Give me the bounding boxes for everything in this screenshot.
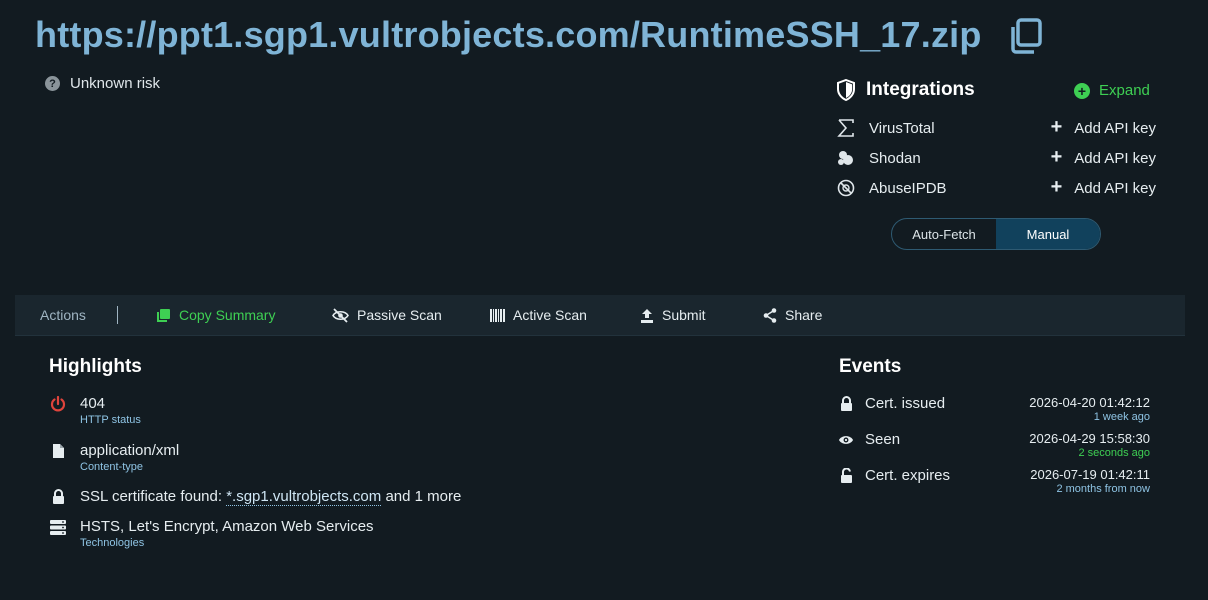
upload-icon <box>641 308 653 323</box>
risk-indicator: ? Unknown risk <box>45 75 160 92</box>
technologies-value: HSTS, Let's Encrypt, Amazon Web Services <box>80 518 374 535</box>
plus-icon: + <box>1050 146 1063 168</box>
integrations-title: Integrations <box>866 79 975 100</box>
integration-row-shodan: Shodan + Add API key <box>836 146 1156 170</box>
add-api-key-button[interactable]: + Add API key <box>1050 176 1156 198</box>
shodan-icon <box>836 148 856 168</box>
copy-summary-button[interactable]: Copy Summary <box>156 307 275 323</box>
highlights-title: Highlights <box>49 356 142 377</box>
barcode-icon <box>490 308 505 322</box>
http-status-value: 404 <box>80 395 106 412</box>
highlight-technologies: HSTS, Let's Encrypt, Amazon Web Services… <box>49 518 374 549</box>
eye-slash-icon <box>332 307 349 323</box>
submit-button[interactable]: Submit <box>640 307 706 323</box>
unlock-icon <box>838 467 854 485</box>
ssl-suffix: and 1 more <box>385 488 462 505</box>
add-api-key-button[interactable]: + Add API key <box>1050 146 1156 168</box>
toggle-auto-fetch[interactable]: Auto-Fetch <box>892 219 996 249</box>
share-button[interactable]: Share <box>763 307 822 323</box>
expand-button[interactable]: + Expand <box>1074 82 1150 99</box>
event-date: 2026-04-29 15:58:30 <box>1029 431 1150 446</box>
highlight-http-status: 404 HTTP status <box>49 395 141 426</box>
lock-icon <box>49 488 67 506</box>
server-icon <box>49 518 67 536</box>
shield-icon <box>837 79 855 101</box>
page-url-title: https://ppt1.sgp1.vultrobjects.com/Runti… <box>35 14 982 55</box>
http-status-label: HTTP status <box>80 414 141 426</box>
passive-scan-button[interactable]: Passive Scan <box>332 307 442 323</box>
integration-name: Shodan <box>869 149 921 167</box>
plus-icon: + <box>1050 176 1063 198</box>
ssl-prefix: SSL certificate found: <box>80 488 223 505</box>
integration-row-virustotal: VirusTotal + Add API key <box>836 116 1156 140</box>
technologies-label: Technologies <box>80 537 145 549</box>
power-icon <box>49 395 67 413</box>
ssl-domain-link[interactable]: *.sgp1.vultrobjects.com <box>226 488 382 506</box>
event-name: Seen <box>865 431 901 448</box>
add-api-key-label: Add API key <box>1074 179 1156 197</box>
share-label: Share <box>785 307 823 323</box>
divider <box>117 306 118 324</box>
eye-icon <box>838 431 854 449</box>
event-date: 2026-07-19 01:42:11 <box>1030 467 1150 482</box>
event-name: Cert. issued <box>865 395 946 412</box>
event-cert-issued: Cert. issued 2026-04-20 01:42:12 1 week … <box>838 395 1150 423</box>
abuseipdb-icon <box>836 178 856 198</box>
action-bar: Actions Copy Summary Passive Scan Active… <box>15 295 1185 336</box>
integration-name: VirusTotal <box>869 119 935 137</box>
lock-icon <box>838 395 854 413</box>
share-icon <box>763 307 777 323</box>
content-type-value: application/xml <box>80 442 180 459</box>
file-icon <box>49 442 67 460</box>
sigma-icon <box>836 118 856 138</box>
toggle-manual[interactable]: Manual <box>996 219 1100 249</box>
expand-label: Expand <box>1099 82 1150 99</box>
highlight-ssl: SSL certificate found: *.sgp1.vultrobjec… <box>49 488 461 506</box>
event-date: 2026-04-20 01:42:12 <box>1029 395 1150 410</box>
submit-label: Submit <box>662 307 706 323</box>
highlight-content-type: application/xml Content-type <box>49 442 179 473</box>
integration-name: AbuseIPDB <box>869 179 947 197</box>
active-scan-button[interactable]: Active Scan <box>490 307 587 323</box>
event-relative-time: 2 months from now <box>1056 483 1150 495</box>
passive-scan-label: Passive Scan <box>357 307 442 323</box>
integrations-header: Integrations <box>836 79 975 101</box>
add-api-key-label: Add API key <box>1074 149 1156 167</box>
copy-summary-icon <box>157 308 170 322</box>
content-type-label: Content-type <box>80 461 143 473</box>
event-name: Cert. expires <box>865 467 951 484</box>
question-circle-icon: ? <box>45 76 60 91</box>
active-scan-label: Active Scan <box>513 307 587 323</box>
event-relative-time: 1 week ago <box>1093 411 1150 423</box>
event-seen: Seen 2026-04-29 15:58:30 2 seconds ago <box>838 431 1150 459</box>
plus-circle-icon: + <box>1074 82 1090 99</box>
events-title: Events <box>839 356 902 377</box>
actions-label: Actions <box>40 307 86 323</box>
event-relative-time: 2 seconds ago <box>1078 447 1150 459</box>
add-api-key-label: Add API key <box>1074 119 1156 137</box>
integration-row-abuseipdb: AbuseIPDB + Add API key <box>836 176 1156 200</box>
plus-icon: + <box>1050 116 1063 138</box>
copy-icon[interactable] <box>1006 17 1044 55</box>
copy-summary-label: Copy Summary <box>179 307 276 323</box>
risk-label: Unknown risk <box>70 75 161 92</box>
add-api-key-button[interactable]: + Add API key <box>1050 116 1156 138</box>
fetch-mode-toggle: Auto-Fetch Manual <box>891 218 1101 250</box>
event-cert-expires: Cert. expires 2026-07-19 01:42:11 2 mont… <box>838 467 1150 495</box>
